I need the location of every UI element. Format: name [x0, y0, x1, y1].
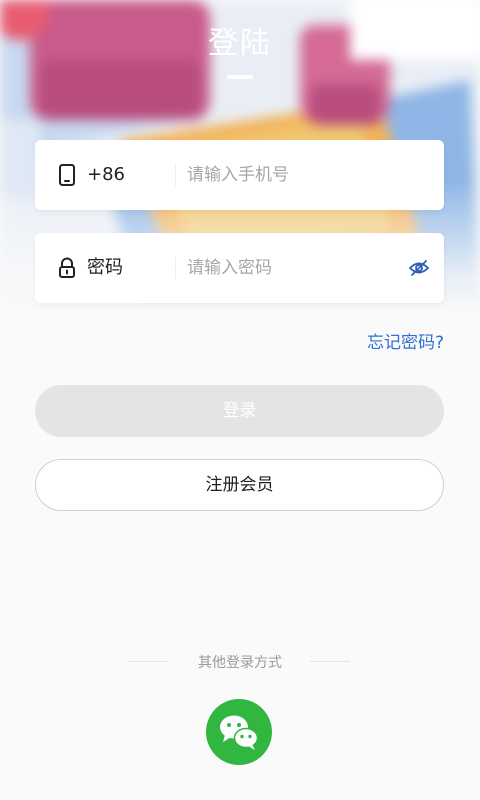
phone-input[interactable] — [187, 158, 417, 192]
phone-field-card: +86 — [35, 140, 444, 210]
other-login-label: 其他登录方式 — [198, 655, 282, 671]
divider — [175, 164, 176, 186]
password-input[interactable] — [187, 251, 387, 285]
wechat-login-button[interactable] — [206, 699, 272, 765]
page-title: 登陆 — [208, 26, 272, 61]
phone-icon — [57, 164, 77, 186]
eye-off-icon[interactable] — [408, 258, 430, 278]
lock-icon — [57, 257, 77, 279]
title-underline — [227, 75, 253, 79]
forgot-password-link[interactable]: 忘记密码? — [367, 328, 444, 353]
login-button[interactable]: 登录 — [35, 385, 444, 437]
password-field-card: 密码 — [35, 233, 444, 303]
wechat-icon — [220, 715, 259, 750]
country-code[interactable]: +86 — [87, 140, 125, 210]
register-button[interactable]: 注册会员 — [35, 459, 444, 511]
password-label: 密码 — [87, 257, 123, 278]
divider — [175, 257, 176, 279]
divider-right — [310, 661, 350, 662]
